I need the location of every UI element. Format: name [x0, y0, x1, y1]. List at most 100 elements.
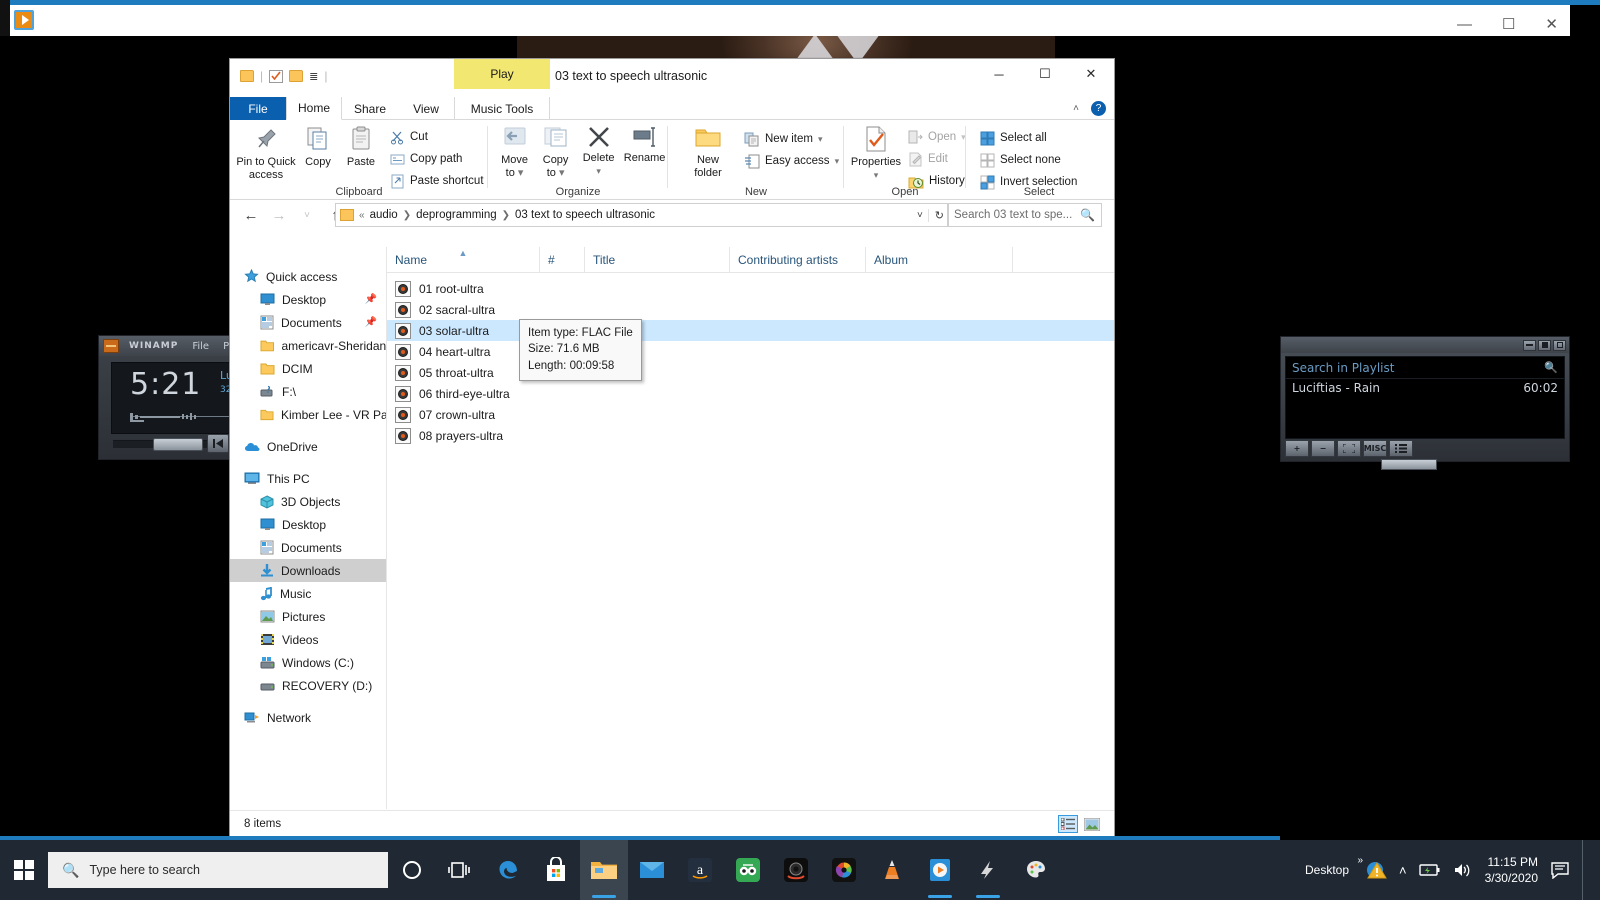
- back-button[interactable]: ←: [238, 202, 264, 228]
- winamp-playlist-window[interactable]: Search in Playlist 🔍 Luciftias - Rain 60…: [1280, 336, 1570, 470]
- amazon-icon[interactable]: a: [676, 840, 724, 900]
- playlist-select-button[interactable]: [1337, 440, 1361, 457]
- sidebar-item-pictures[interactable]: Pictures: [230, 605, 386, 628]
- minimize-icon[interactable]: —: [1457, 17, 1472, 32]
- tab-share[interactable]: Share: [342, 97, 398, 120]
- mail-icon[interactable]: [628, 840, 676, 900]
- new-item-button[interactable]: New item ▾: [744, 128, 839, 150]
- pin-to-quick-access-button[interactable]: Pin to Quick access: [234, 120, 298, 192]
- playlist-close-button[interactable]: [1553, 339, 1566, 351]
- sidebar-item-onedrive[interactable]: OneDrive: [230, 435, 386, 458]
- sidebar-item-this-pc[interactable]: This PC: [230, 467, 386, 490]
- file-list-pane[interactable]: ▲ Name # Title Contributing artists Albu…: [387, 246, 1114, 809]
- select-none-button[interactable]: Select none: [980, 149, 1112, 171]
- tab-view[interactable]: View: [398, 97, 454, 120]
- column-header-album[interactable]: Album: [866, 246, 1013, 273]
- sidebar-item-recovery-d[interactable]: RECOVERY (D:): [230, 674, 386, 697]
- tab-music-tools[interactable]: Music Tools: [454, 97, 550, 120]
- select-all-button[interactable]: Select all: [980, 127, 1112, 149]
- task-view-icon[interactable]: [436, 840, 484, 900]
- collapse-ribbon-icon[interactable]: ˄: [1073, 103, 1079, 114]
- paste-button[interactable]: Paste: [338, 120, 384, 192]
- playlist-search-input[interactable]: Search in Playlist 🔍: [1286, 357, 1564, 379]
- contextual-tab-play[interactable]: Play: [454, 59, 550, 89]
- playlist-item[interactable]: Luciftias - Rain 60:02: [1286, 379, 1564, 397]
- sidebar-item-videos[interactable]: Videos: [230, 628, 386, 651]
- chevron-up-icon[interactable]: ˄: [1399, 863, 1407, 878]
- rename-button[interactable]: Rename: [621, 120, 668, 179]
- playlist-resize-handle[interactable]: [1381, 459, 1437, 470]
- tab-home[interactable]: Home: [286, 97, 342, 120]
- sidebar-item-3d-objects[interactable]: 3D Objects: [230, 490, 386, 513]
- cut-button[interactable]: Cut: [390, 126, 484, 148]
- new-folder-button[interactable]: New folder: [680, 120, 736, 179]
- large-icons-view-button[interactable]: [1082, 815, 1102, 833]
- open-button[interactable]: Open ▾: [908, 126, 966, 148]
- ribbon-controls[interactable]: ˄ ?: [1073, 97, 1106, 120]
- search-input[interactable]: Search 03 text to spe... 🔍: [947, 203, 1102, 227]
- address-bar-row[interactable]: ← → ˅ ↑ « audio ❯ deprogramming ❯ 03 tex…: [230, 200, 1114, 230]
- breadcrumb-separator[interactable]: ❯: [502, 210, 510, 221]
- sidebar-item-desktop[interactable]: Desktop 📌: [230, 288, 386, 311]
- edit-button[interactable]: Edit: [908, 148, 966, 170]
- sidebar-item-quick-access[interactable]: Quick access: [230, 265, 386, 288]
- breadcrumb-separator[interactable]: ❯: [403, 210, 411, 221]
- folder-icon[interactable]: [240, 70, 254, 82]
- taskbar[interactable]: 🔍 Type here to search a Desktop » ˄ 11:1…: [0, 836, 1600, 900]
- forward-button[interactable]: →: [266, 202, 292, 228]
- refresh-icon[interactable]: ↻: [927, 208, 944, 222]
- playlist-list-button[interactable]: [1389, 440, 1413, 457]
- delete-button[interactable]: Delete ▾: [576, 120, 621, 179]
- ribbon-tabs[interactable]: File Home Share View Music Tools ˄ ?: [230, 97, 1114, 120]
- search-icon[interactable]: 🔍: [1080, 208, 1095, 222]
- sidebar-item-dcim[interactable]: DCIM: [230, 357, 386, 380]
- navigation-buttons[interactable]: ← → ˅ ↑: [238, 202, 348, 228]
- properties-button[interactable]: Properties ▾: [848, 120, 904, 192]
- media-player-icon[interactable]: [916, 840, 964, 900]
- tab-file[interactable]: File: [230, 97, 286, 120]
- security-warning-icon[interactable]: [1365, 860, 1387, 880]
- close-icon[interactable]: ✕: [1545, 17, 1558, 32]
- column-header-track[interactable]: #: [540, 246, 585, 273]
- explorer-titlebar[interactable]: | ≣ | Play 03 text to speech ultrasonic …: [230, 59, 1114, 97]
- desktop-peek-label[interactable]: Desktop»: [1305, 855, 1363, 877]
- volume-icon[interactable]: [1453, 862, 1473, 878]
- battery-icon[interactable]: [1418, 863, 1441, 877]
- playlist-shade-button[interactable]: [1538, 339, 1551, 351]
- quick-access-toolbar[interactable]: | ≣ |: [240, 69, 327, 83]
- previous-button[interactable]: [207, 434, 229, 453]
- clock[interactable]: 11:15 PM 3/30/2020: [1485, 854, 1538, 886]
- column-headers[interactable]: ▲ Name # Title Contributing artists Albu…: [387, 246, 1114, 273]
- sidebar-item-music[interactable]: Music: [230, 582, 386, 605]
- properties-checkbox-icon[interactable]: [269, 69, 284, 83]
- copy-path-button[interactable]: Copy path: [390, 148, 484, 170]
- winamp-seek-thumb[interactable]: [153, 438, 203, 451]
- sidebar-item-americavr[interactable]: americavr-Sheridan.: [230, 334, 386, 357]
- show-desktop-button[interactable]: [1582, 840, 1592, 900]
- details-view-button[interactable]: [1058, 815, 1078, 833]
- move-to-button[interactable]: Move to ▾: [494, 120, 535, 179]
- file-row[interactable]: 06 third-eye-ultra: [387, 383, 1114, 404]
- maximize-icon[interactable]: ☐: [1502, 17, 1515, 32]
- chevron-down-icon[interactable]: ≣: [309, 70, 318, 83]
- minimize-button[interactable]: ─: [976, 59, 1022, 89]
- help-icon[interactable]: ?: [1091, 101, 1106, 116]
- breadcrumb-segment-current[interactable]: 03 text to speech ultrasonic: [515, 209, 655, 221]
- sidebar-item-kimber-lee[interactable]: Kimber Lee - VR Pac: [230, 403, 386, 426]
- breadcrumb-overflow[interactable]: «: [359, 210, 365, 221]
- playlist-minimize-button[interactable]: [1523, 339, 1536, 351]
- search-input[interactable]: 🔍 Type here to search: [48, 852, 388, 888]
- column-header-name[interactable]: ▲ Name: [387, 246, 540, 273]
- system-tray[interactable]: Desktop» ˄ 11:15 PM 3/30/2020: [1305, 840, 1600, 900]
- camera-app-icon[interactable]: [772, 840, 820, 900]
- cortana-icon[interactable]: [388, 840, 436, 900]
- playlist-misc-button[interactable]: MISC: [1363, 440, 1387, 457]
- column-header-contributing-artists[interactable]: Contributing artists: [730, 246, 866, 273]
- column-header-title[interactable]: Title: [585, 246, 730, 273]
- pin-icon[interactable]: 📌: [365, 294, 377, 305]
- winamp-menu-file[interactable]: File: [192, 341, 209, 352]
- sidebar-item-downloads[interactable]: Downloads: [230, 559, 386, 582]
- sidebar-item-windows-c[interactable]: Windows (C:): [230, 651, 386, 674]
- sidebar-item-desktop-2[interactable]: Desktop: [230, 513, 386, 536]
- winamp-icon[interactable]: [964, 840, 1012, 900]
